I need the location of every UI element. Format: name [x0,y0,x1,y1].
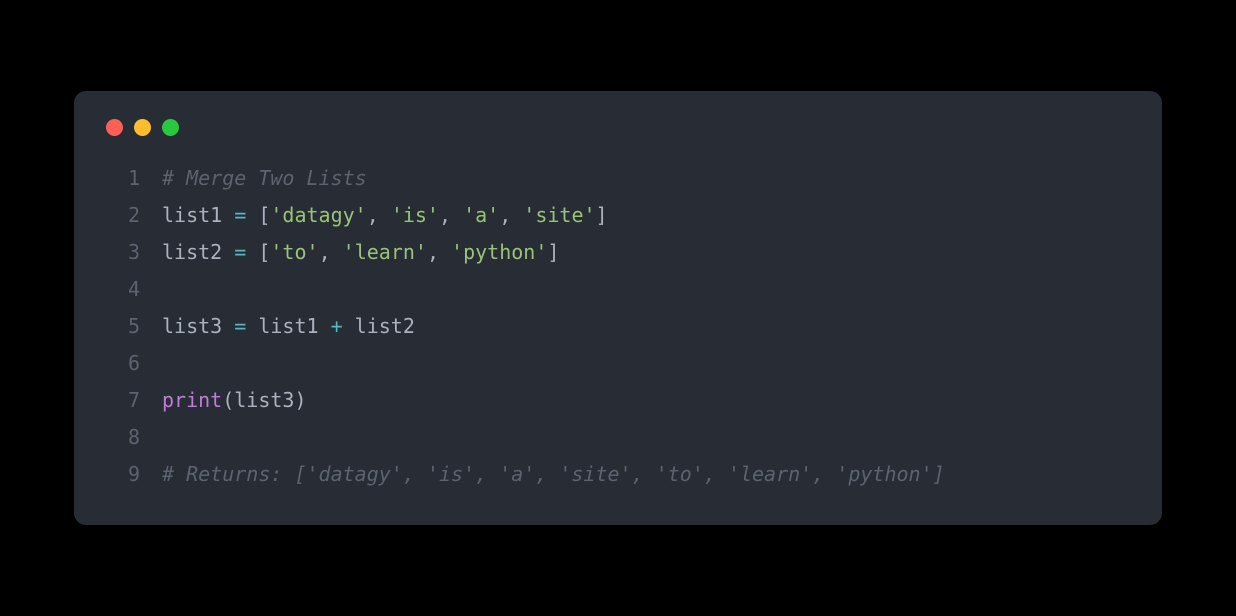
token-string: 'to' [270,240,318,264]
line-number: 6 [102,345,140,382]
token-plain: list2 [343,314,415,338]
token-plain: list1 [246,314,330,338]
token-punct: ] [547,240,559,264]
minimize-icon[interactable] [134,119,151,136]
line-number: 5 [102,308,140,345]
line-number: 1 [102,160,140,197]
token-plain [246,203,258,227]
line-number: 3 [102,234,140,271]
code-line: 9 # Returns: ['datagy', 'is', 'a', 'site'… [102,456,1134,493]
token-comment: # Merge Two Lists [162,166,367,190]
token-punct: ] [596,203,608,227]
code-window: 1 # Merge Two Lists 2 list1 = ['datagy', 'i… [74,91,1162,525]
code-line: 4 [102,271,1134,308]
line-number: 8 [102,419,140,456]
token-plain: list1 [162,203,234,227]
maximize-icon[interactable] [162,119,179,136]
line-content: # Merge Two Lists [162,160,1134,197]
line-number: 9 [102,456,140,493]
line-number: 2 [102,197,140,234]
code-block: 1 # Merge Two Lists 2 list1 = ['datagy', 'i… [102,160,1134,493]
token-string: 'datagy' [270,203,366,227]
line-content: list1 = ['datagy', 'is', 'a', 'site'] [162,197,1134,234]
token-punct: ( [222,388,234,412]
code-line: 8 [102,419,1134,456]
code-line: 7 print(list3) [102,382,1134,419]
token-op: = [234,203,246,227]
token-string: 'is' [391,203,439,227]
code-line: 3 list2 = ['to', 'learn', 'python'] [102,234,1134,271]
token-comment: # Returns: ['datagy', 'is', 'a', 'site',… [162,462,945,486]
token-op: + [331,314,343,338]
token-plain: list3 [234,388,294,412]
token-punct: , [319,240,343,264]
token-plain: list3 [162,314,234,338]
token-punct: [ [258,240,270,264]
token-plain [246,240,258,264]
token-func: print [162,388,222,412]
token-op: = [234,240,246,264]
token-punct: , [427,240,451,264]
token-punct: , [439,203,463,227]
line-content: list3 = list1 + list2 [162,308,1134,345]
line-content [162,271,1134,308]
window-controls [102,119,1134,136]
token-string: 'site' [523,203,595,227]
code-line: 5 list3 = list1 + list2 [102,308,1134,345]
token-punct: ) [294,388,306,412]
token-punct: [ [258,203,270,227]
code-line: 1 # Merge Two Lists [102,160,1134,197]
token-string: 'learn' [343,240,427,264]
token-string: 'a' [463,203,499,227]
line-content [162,345,1134,382]
token-string: 'python' [451,240,547,264]
code-line: 2 list1 = ['datagy', 'is', 'a', 'site'] [102,197,1134,234]
token-plain: list2 [162,240,234,264]
line-content: list2 = ['to', 'learn', 'python'] [162,234,1134,271]
token-punct: , [499,203,523,227]
line-content: print(list3) [162,382,1134,419]
token-punct: , [367,203,391,227]
line-number: 4 [102,271,140,308]
line-content [162,419,1134,456]
code-line: 6 [102,345,1134,382]
close-icon[interactable] [106,119,123,136]
token-op: = [234,314,246,338]
line-content: # Returns: ['datagy', 'is', 'a', 'site',… [162,456,1134,493]
line-number: 7 [102,382,140,419]
